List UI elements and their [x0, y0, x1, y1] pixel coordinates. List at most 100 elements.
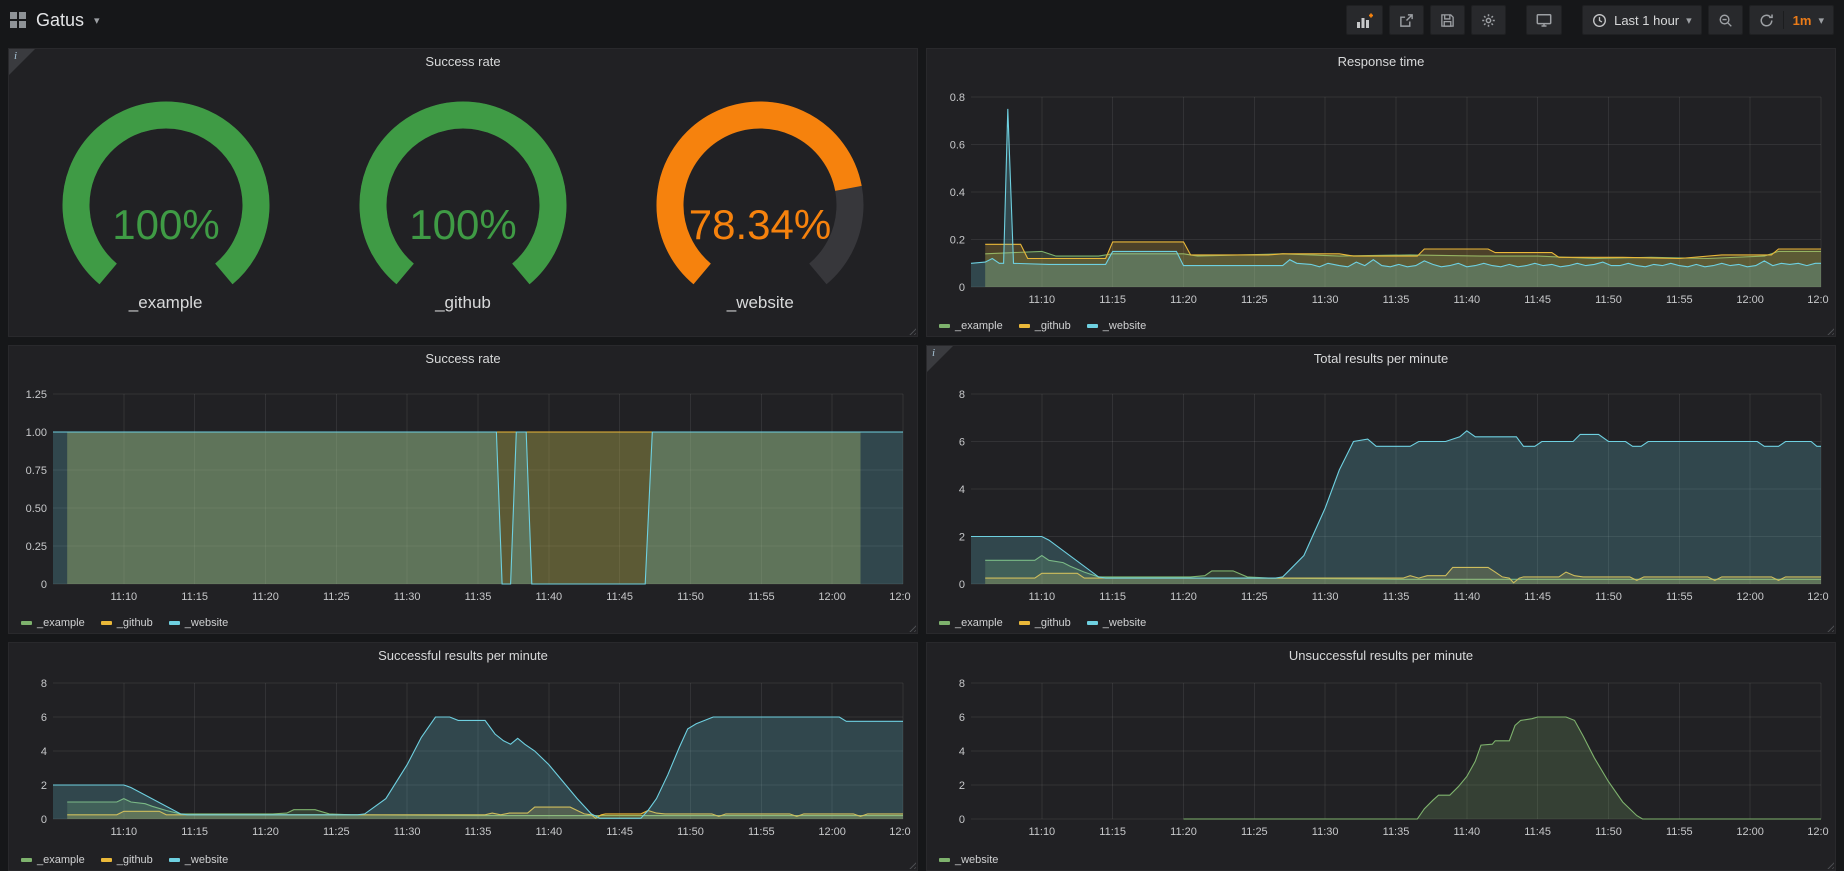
x-tick-label: 11:30 — [394, 826, 421, 838]
legend-swatch-_website — [939, 858, 950, 862]
gauge-_example: 100% _example — [41, 99, 291, 313]
gauge-value: 100% — [409, 201, 516, 248]
refresh-interval-label: 1m — [1793, 13, 1812, 28]
panel-success-rate-graph: Success rate 00.250.500.751.001.2511:101… — [8, 345, 918, 634]
legend-item-_github[interactable]: _github — [101, 617, 153, 629]
x-tick-label: 11:25 — [1241, 294, 1268, 306]
y-tick-label: 0 — [41, 579, 47, 591]
save-dashboard-button[interactable] — [1430, 5, 1465, 35]
legend-swatch-_example — [21, 858, 32, 862]
panel-title[interactable]: Unsuccessful results per minute — [927, 643, 1835, 669]
x-tick-label: 11:30 — [1312, 591, 1339, 603]
x-tick-label: 11:55 — [1666, 591, 1693, 603]
panel-body: 0246811:1011:1511:2011:2511:3011:3511:40… — [927, 669, 1835, 870]
dashboard-settings-button[interactable] — [1471, 5, 1506, 35]
panel-success-rate-gauges: Success rate 100% _example 100% _github … — [8, 48, 918, 337]
clock-icon — [1592, 13, 1607, 28]
grafana-menu-icon[interactable] — [10, 12, 26, 28]
dashboard-grid: Success rate 100% _example 100% _github … — [0, 40, 1844, 871]
x-tick-label: 11:40 — [1453, 826, 1480, 838]
graph-legend: _example _github _website — [935, 611, 1827, 635]
legend-item-_website[interactable]: _website — [169, 617, 228, 629]
legend-item-_github[interactable]: _github — [1019, 617, 1071, 629]
x-tick-label: 11:25 — [323, 826, 350, 838]
graph-plot[interactable]: 0246811:1011:1511:2011:2511:3011:3511:40… — [17, 669, 911, 848]
legend-swatch-_github — [101, 858, 112, 862]
legend-item-_website[interactable]: _website — [939, 854, 998, 866]
gauge-label: _website — [727, 293, 794, 313]
panel-title[interactable]: Successful results per minute — [9, 643, 917, 669]
x-tick-label: 11:25 — [323, 591, 350, 603]
panel-title[interactable]: Success rate — [9, 346, 917, 372]
time-range-picker[interactable]: Last 1 hour ▾ — [1582, 5, 1702, 35]
y-tick-label: 4 — [41, 746, 47, 758]
monitor-icon — [1536, 12, 1552, 28]
legend-label: _example — [955, 320, 1003, 332]
x-tick-label: 11:15 — [1099, 826, 1126, 838]
x-tick-label: 12:05 — [1807, 591, 1829, 603]
tv-mode-button[interactable] — [1526, 5, 1562, 35]
dashboard-title[interactable]: Gatus — [36, 10, 84, 31]
graph-plot[interactable]: 0246811:1011:1511:2011:2511:3011:3511:40… — [935, 372, 1829, 611]
legend-item-_website[interactable]: _website — [169, 854, 228, 866]
graph-legend: _example _github _website — [935, 314, 1827, 338]
legend-label: _example — [37, 854, 85, 866]
legend-label: _website — [185, 854, 228, 866]
gauge-_github: 100% _github — [338, 99, 588, 313]
legend-item-_example[interactable]: _example — [939, 617, 1003, 629]
x-tick-label: 11:35 — [465, 826, 492, 838]
panel-title[interactable]: Response time — [927, 49, 1835, 75]
legend-item-_example[interactable]: _example — [21, 854, 85, 866]
x-tick-label: 12:00 — [1736, 294, 1764, 306]
add-panel-icon — [1356, 12, 1373, 29]
panel-title[interactable]: Total results per minute — [927, 346, 1835, 372]
y-tick-label: 8 — [959, 678, 965, 690]
graph-plot[interactable]: 00.250.500.751.001.2511:1011:1511:2011:2… — [17, 372, 911, 611]
x-tick-label: 11:40 — [1453, 294, 1480, 306]
legend-item-_website[interactable]: _website — [1087, 617, 1146, 629]
panel-body: 0246811:1011:1511:2011:2511:3011:3511:40… — [9, 669, 917, 870]
share-dashboard-button[interactable] — [1389, 5, 1424, 35]
x-tick-label: 11:55 — [748, 826, 775, 838]
legend-label: _website — [185, 617, 228, 629]
x-tick-label: 11:30 — [394, 591, 421, 603]
time-range-label: Last 1 hour — [1614, 13, 1679, 28]
legend-item-_example[interactable]: _example — [939, 320, 1003, 332]
legend-label: _website — [1103, 617, 1146, 629]
x-tick-label: 11:35 — [1383, 826, 1410, 838]
series-area-_website — [971, 431, 1821, 584]
panel-title[interactable]: Success rate — [9, 49, 917, 75]
legend-item-_github[interactable]: _github — [1019, 320, 1071, 332]
legend-item-_github[interactable]: _github — [101, 854, 153, 866]
x-tick-label: 11:50 — [1595, 826, 1622, 838]
add-panel-button[interactable] — [1346, 5, 1383, 35]
x-tick-label: 11:10 — [110, 826, 137, 838]
panel-info-icon[interactable]: i — [9, 49, 35, 75]
y-tick-label: 0.2 — [950, 235, 965, 247]
panel-successful-results: Successful results per minute 0246811:10… — [8, 642, 918, 871]
panel-body: 100% _example 100% _github 78.34% _websi… — [9, 75, 917, 336]
y-tick-label: 6 — [41, 712, 47, 724]
y-tick-label: 8 — [959, 389, 965, 401]
panel-info-icon[interactable]: i — [927, 346, 953, 372]
y-tick-label: 0.8 — [950, 92, 965, 104]
dashboard-dropdown-caret[interactable]: ▾ — [94, 14, 100, 27]
zoom-out-button[interactable] — [1708, 5, 1743, 35]
refresh-button-group[interactable]: 1m ▾ — [1749, 5, 1834, 35]
x-tick-label: 11:55 — [748, 591, 775, 603]
legend-item-_example[interactable]: _example — [21, 617, 85, 629]
x-tick-label: 11:20 — [1170, 826, 1197, 838]
gauge-label: _example — [129, 293, 203, 313]
graph-plot[interactable]: 00.20.40.60.811:1011:1511:2011:2511:3011… — [935, 75, 1829, 314]
legend-item-_website[interactable]: _website — [1087, 320, 1146, 332]
x-tick-label: 12:00 — [818, 826, 846, 838]
legend-label: _website — [1103, 320, 1146, 332]
zoom-out-icon — [1718, 13, 1733, 28]
series-area-_website — [53, 717, 903, 819]
graph-plot[interactable]: 0246811:1011:1511:2011:2511:3011:3511:40… — [935, 669, 1829, 848]
x-tick-label: 11:20 — [252, 591, 279, 603]
gauge-value: 100% — [112, 201, 219, 248]
x-tick-label: 12:05 — [889, 591, 911, 603]
share-icon — [1399, 13, 1414, 28]
y-tick-label: 0.75 — [26, 465, 47, 477]
